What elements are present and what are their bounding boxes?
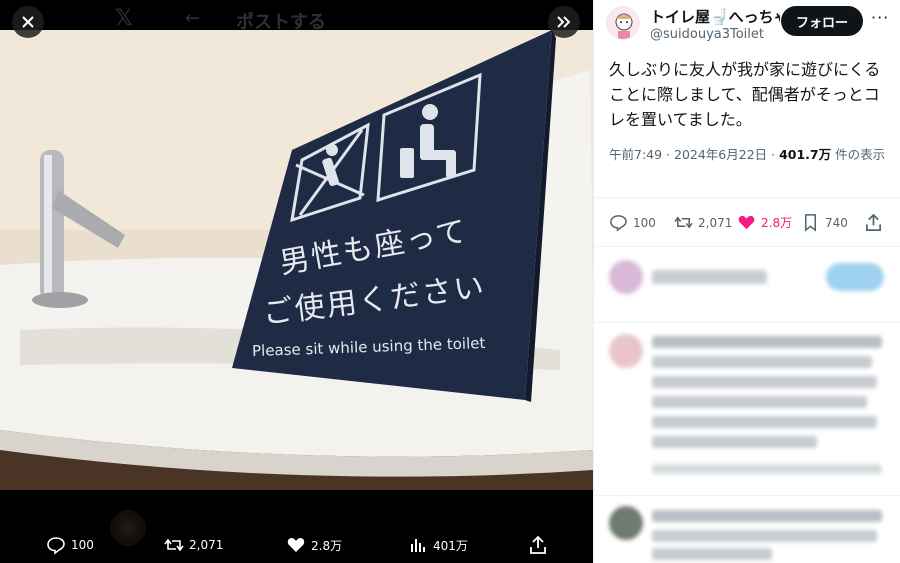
composer-avatar <box>609 260 643 294</box>
background-avatar <box>110 510 146 546</box>
post-timestamp[interactable]: 午前7:49 · 2024年6月22日 · <box>609 147 779 162</box>
close-button[interactable] <box>12 6 44 38</box>
divider <box>594 197 900 198</box>
reply-line <box>652 396 867 408</box>
share-button[interactable] <box>864 213 883 232</box>
reply-header <box>652 336 882 348</box>
reply-header <box>652 510 882 522</box>
bookmark-count: 740 <box>825 215 848 230</box>
like-icon <box>287 538 305 552</box>
post-metadata: 午前7:49 · 2024年6月22日 · 401.7万 件の表示 <box>609 145 894 165</box>
reply-line <box>652 530 877 542</box>
reply-icon <box>610 215 627 232</box>
bookmark-icon <box>804 214 817 232</box>
back-arrow-icon: ← <box>185 8 201 29</box>
views-icon <box>411 539 425 552</box>
reply-item[interactable] <box>594 502 900 563</box>
reply-icon <box>47 537 65 555</box>
author-handle[interactable]: @suidouya3Toilet <box>650 27 764 42</box>
divider <box>594 495 900 496</box>
retweet-button[interactable]: 2,071 <box>674 213 732 232</box>
viewer-view-count: 401万 <box>433 538 468 553</box>
viewer-retweet-button[interactable]: 2,071 <box>164 535 223 555</box>
expand-icon <box>557 16 571 28</box>
reply-composer[interactable] <box>594 256 900 316</box>
reply-avatar <box>609 506 643 540</box>
post-view-label: 件の表示 <box>831 147 886 162</box>
divider <box>594 322 900 323</box>
viewer-share-button[interactable] <box>528 535 548 555</box>
bookmark-button[interactable]: 740 <box>801 213 848 232</box>
reply-avatar <box>609 334 643 368</box>
share-icon <box>530 535 546 554</box>
viewer-like-count: 2.8万 <box>311 538 343 553</box>
viewer-like-button[interactable]: 2.8万 <box>286 535 342 555</box>
retweet-count: 2,071 <box>698 215 733 230</box>
reply-actions <box>652 464 882 474</box>
post-text: 久しぶりに友人が我が家に遊びにくることに際しまして、配偶者がそっとコレを置いてま… <box>609 60 881 129</box>
reply-line <box>652 416 877 428</box>
like-button[interactable]: 2.8万 <box>737 213 792 232</box>
reply-item[interactable] <box>594 328 900 488</box>
retweet-icon <box>674 216 693 229</box>
reply-line <box>652 376 877 388</box>
viewer-reply-count: 100 <box>71 538 94 552</box>
like-count: 2.8万 <box>761 216 793 230</box>
more-options-button[interactable]: ··· <box>871 8 889 27</box>
viewer-retweet-count: 2,071 <box>189 538 224 552</box>
reply-line <box>652 436 817 448</box>
reply-count: 100 <box>633 215 656 230</box>
reply-button[interactable]: 100 <box>609 213 656 232</box>
like-icon <box>738 215 755 230</box>
divider <box>594 246 900 247</box>
media-viewer: 𝕏 ← ポストする 男性も座って ご使用ください Please sit whil… <box>0 0 593 563</box>
author-display-name[interactable]: トイレ屋🚽へっちゃ <box>650 6 780 27</box>
share-icon <box>865 213 882 231</box>
post-sidebar: トイレ屋🚽へっちゃ @suidouya3Toilet フォロー ··· 久しぶり… <box>593 0 900 563</box>
x-logo-icon: 𝕏 <box>115 6 133 31</box>
follow-button[interactable]: フォロー <box>781 6 863 36</box>
retweet-icon <box>164 538 184 552</box>
close-icon <box>22 16 34 28</box>
reply-line <box>652 548 772 560</box>
viewer-views-button[interactable]: 401万 <box>408 535 468 555</box>
reply-line <box>652 356 872 368</box>
viewer-reply-button[interactable]: 100 <box>46 535 94 555</box>
post-photo: 男性も座って ご使用ください Please sit while using th… <box>0 30 593 490</box>
author-avatar[interactable] <box>606 6 640 40</box>
post-view-count: 401.7万 <box>779 147 832 162</box>
composer-post-button[interactable] <box>826 263 884 291</box>
expand-sidebar-button[interactable] <box>548 6 580 38</box>
composer-placeholder <box>652 270 767 284</box>
